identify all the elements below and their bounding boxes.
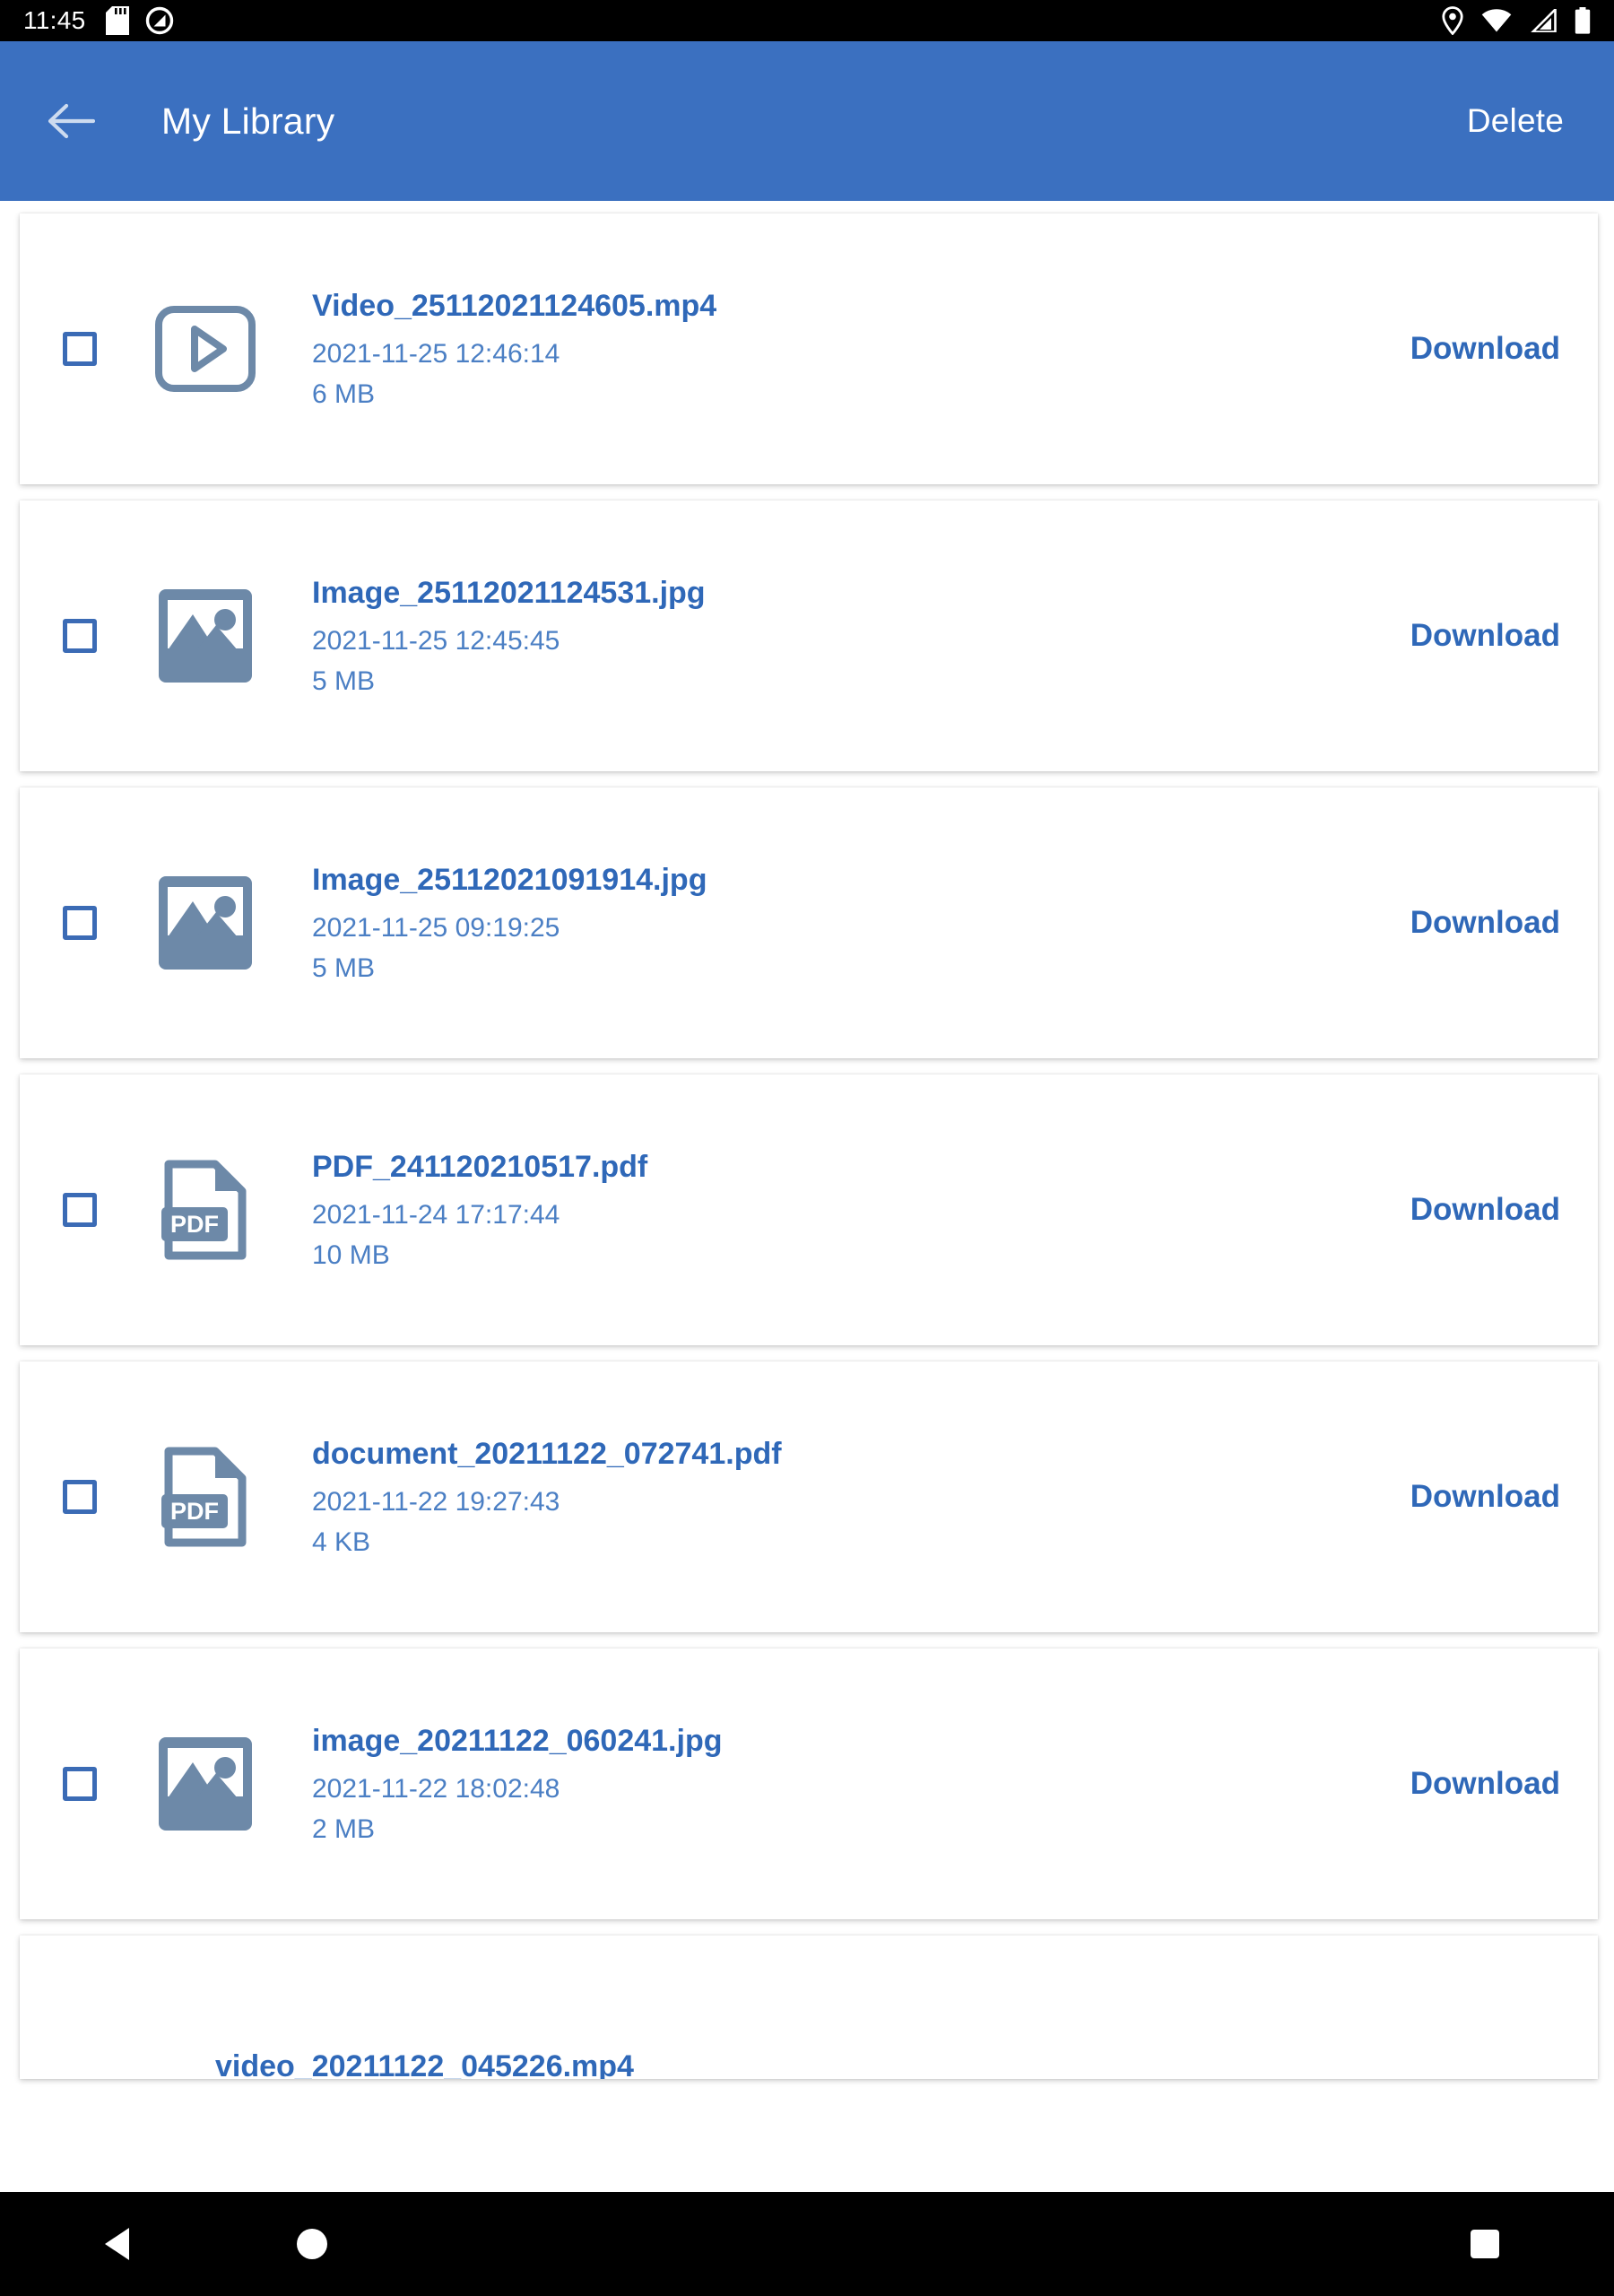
download-button[interactable]: Download	[1403, 318, 1567, 379]
download-button[interactable]: Download	[1403, 1466, 1567, 1527]
status-right-icons	[1442, 6, 1591, 35]
file-name[interactable]: video_20211122_045226.mp4	[215, 2048, 1567, 2079]
select-checkbox[interactable]	[63, 906, 97, 940]
file-meta: Video_25112021124605.mp4 2021-11-25 12:4…	[312, 288, 1382, 410]
select-checkbox[interactable]	[63, 1767, 97, 1801]
file-size: 10 MB	[312, 1239, 390, 1270]
file-meta: document_20211122_072741.pdf 2021-11-22 …	[312, 1436, 1382, 1558]
wifi-icon	[1481, 9, 1512, 32]
list-item[interactable]: Image_25112021091914.jpg 2021-11-25 09:1…	[20, 787, 1598, 1058]
delete-button[interactable]: Delete	[1454, 88, 1576, 154]
file-name[interactable]: document_20211122_072741.pdf	[312, 1436, 1382, 1472]
select-checkbox[interactable]	[63, 1193, 97, 1227]
file-name[interactable]: Video_25112021124605.mp4	[312, 288, 1382, 324]
file-date: 2021-11-24 17:17:44	[312, 1200, 560, 1231]
back-arrow-icon[interactable]	[41, 91, 100, 151]
file-size: 6 MB	[312, 378, 376, 409]
sd-card-icon	[105, 6, 129, 35]
file-size: 2 MB	[312, 1813, 376, 1844]
file-meta: video_20211122_045226.mp4	[215, 1935, 1567, 2079]
status-bar: 11:45	[0, 0, 1614, 41]
file-size: 4 KB	[312, 1526, 371, 1557]
file-date: 2021-11-25 09:19:25	[312, 913, 560, 944]
list-item[interactable]: Video_25112021124605.mp4 2021-11-25 12:4…	[20, 213, 1598, 484]
download-button[interactable]: Download	[1403, 1753, 1567, 1814]
file-name[interactable]: Image_25112021091914.jpg	[312, 862, 1382, 898]
download-button[interactable]: Download	[1403, 892, 1567, 953]
file-date: 2021-11-25 12:45:45	[312, 626, 560, 657]
select-checkbox[interactable]	[63, 332, 97, 366]
status-left-icons	[105, 6, 174, 35]
list-item[interactable]: video_20211122_045226.mp4	[20, 1935, 1598, 2079]
file-meta: Image_25112021124531.jpg 2021-11-25 12:4…	[312, 575, 1382, 697]
status-clock: 11:45	[23, 6, 86, 34]
download-button[interactable]: Download	[1403, 1179, 1567, 1240]
location-icon	[1442, 6, 1463, 35]
image-file-icon	[152, 583, 258, 689]
select-checkbox[interactable]	[63, 1480, 97, 1514]
list-item[interactable]: PDF document_20211122_072741.pdf 2021-11…	[20, 1361, 1598, 1632]
nav-back-icon[interactable]	[65, 2226, 172, 2262]
list-item[interactable]: image_20211122_060241.jpg 2021-11-22 18:…	[20, 1648, 1598, 1919]
signal-icon	[1530, 9, 1557, 32]
list-item[interactable]: Image_25112021124531.jpg 2021-11-25 12:4…	[20, 500, 1598, 771]
select-checkbox[interactable]	[63, 619, 97, 653]
file-name[interactable]: Image_25112021124531.jpg	[312, 575, 1382, 611]
image-file-icon	[152, 1731, 258, 1837]
image-file-icon	[152, 870, 258, 976]
svg-text:PDF: PDF	[170, 1498, 219, 1525]
app-bar: My Library Delete	[0, 41, 1614, 201]
file-meta: image_20211122_060241.jpg 2021-11-22 18:…	[312, 1723, 1382, 1845]
file-name[interactable]: image_20211122_060241.jpg	[312, 1723, 1382, 1759]
do-not-disturb-icon	[145, 6, 174, 35]
file-date: 2021-11-25 12:46:14	[312, 339, 560, 370]
file-list[interactable]: Video_25112021124605.mp4 2021-11-25 12:4…	[0, 201, 1614, 2228]
video-file-icon	[152, 296, 258, 402]
pdf-file-icon: PDF	[152, 1157, 258, 1263]
nav-recents-icon[interactable]	[1431, 2228, 1539, 2260]
file-date: 2021-11-22 18:02:48	[312, 1774, 560, 1805]
file-date: 2021-11-22 19:27:43	[312, 1487, 560, 1518]
file-meta: Image_25112021091914.jpg 2021-11-25 09:1…	[312, 862, 1382, 984]
download-button[interactable]: Download	[1403, 605, 1567, 666]
nav-home-icon[interactable]	[258, 2226, 366, 2262]
file-size: 5 MB	[312, 665, 376, 696]
file-size: 5 MB	[312, 952, 376, 983]
list-item[interactable]: PDF PDF_241120210517.pdf 2021-11-24 17:1…	[20, 1074, 1598, 1345]
battery-icon	[1575, 7, 1591, 34]
file-meta: PDF_241120210517.pdf 2021-11-24 17:17:44…	[312, 1149, 1382, 1271]
android-nav-bar	[0, 2192, 1614, 2296]
page-title: My Library	[161, 100, 335, 142]
svg-text:PDF: PDF	[170, 1211, 219, 1238]
file-name[interactable]: PDF_241120210517.pdf	[312, 1149, 1382, 1185]
pdf-file-icon: PDF	[152, 1444, 258, 1550]
